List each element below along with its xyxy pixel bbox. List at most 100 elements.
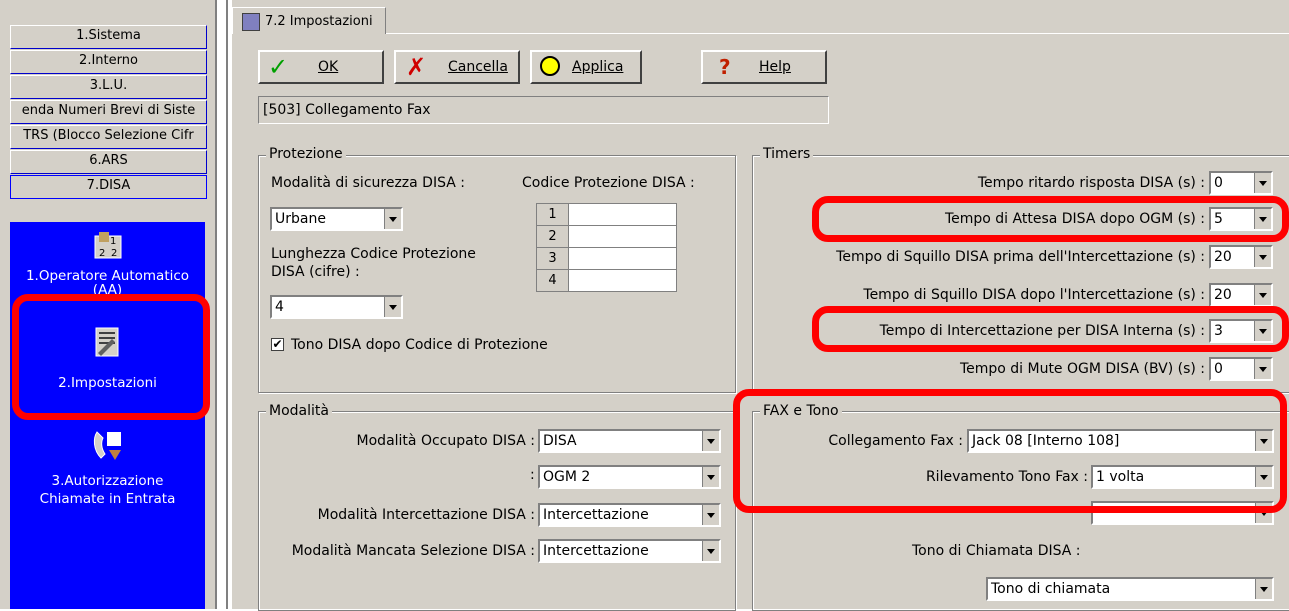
- table-row[interactable]: 3: [536, 247, 677, 270]
- svg-text:2: 2: [99, 248, 105, 259]
- timer-value: 0: [1214, 361, 1223, 377]
- busy-mode-2-select[interactable]: OGM 2: [538, 465, 721, 489]
- settings-tools-icon: [95, 327, 118, 357]
- chevron-down-icon: [702, 431, 719, 451]
- nav-interno[interactable]: 2.Interno: [10, 50, 207, 74]
- chevron-down-icon: [1254, 359, 1271, 379]
- timer-label: Tempo di Attesa DISA dopo OGM (s) :: [944, 211, 1205, 227]
- code-cell[interactable]: [568, 269, 677, 292]
- fax-detect-label: Rilevamento Tono Fax :: [925, 469, 1088, 485]
- missed-dial-mode-label: Modalità Mancata Selezione DISA :: [291, 543, 535, 559]
- cancel-label: Cancella: [448, 59, 508, 75]
- sidebar-item-impostazioni[interactable]: 2.Impostazioni: [10, 325, 205, 392]
- timer-label: Tempo ritardo risposta DISA (s) :: [977, 175, 1205, 191]
- timer-select[interactable]: 0: [1209, 171, 1273, 195]
- sidebar-item-sublabel: Chiamate in Entrata: [39, 491, 176, 507]
- fax-detect-select[interactable]: 1 volta: [1091, 465, 1274, 489]
- sidebar-item-autorizzazione[interactable]: 3.Autorizzazione Chiamate in Entrata: [10, 428, 205, 508]
- fax-connection-select[interactable]: Jack 08 [Interno 108]: [967, 429, 1274, 453]
- timer-select[interactable]: 3: [1209, 319, 1273, 343]
- timer-value: 3: [1214, 323, 1223, 339]
- code-index: 4: [536, 269, 569, 292]
- timer-label: Tempo di Squillo DISA prima dell'Interce…: [836, 249, 1205, 265]
- timer-value: 20: [1214, 249, 1232, 265]
- table-row[interactable]: 2: [536, 225, 677, 248]
- code-cell[interactable]: [568, 203, 677, 226]
- sidebar-item-label: 3.Autorizzazione: [51, 473, 164, 489]
- chevron-down-icon: [1254, 285, 1271, 305]
- hidden-tone-select[interactable]: [1091, 501, 1274, 525]
- chevron-down-icon: [384, 209, 401, 229]
- splitter[interactable]: [215, 0, 217, 609]
- call-tone-select[interactable]: Tono di chiamata: [986, 577, 1274, 601]
- apply-circle-icon: [540, 56, 560, 76]
- chevron-down-icon: [702, 541, 719, 561]
- help-button[interactable]: ? Help: [701, 50, 827, 84]
- missed-dial-mode-value: Intercettazione: [543, 543, 649, 559]
- splitter-highlight: [219, 0, 221, 609]
- nav-trs[interactable]: TRS (Blocco Selezione Cifr: [10, 125, 207, 149]
- code-cell[interactable]: [568, 247, 677, 270]
- apply-button[interactable]: Applica: [530, 50, 642, 84]
- chevron-down-icon: [1255, 579, 1272, 599]
- code-index: 1: [536, 203, 569, 226]
- cross-icon: ✗: [406, 53, 427, 81]
- chevron-down-icon: [702, 467, 719, 487]
- sidebar-item-operatore-automatico[interactable]: 1 2 2 1.Operatore Automatico (AA): [10, 228, 205, 299]
- nav-disa[interactable]: 7.DISA: [10, 175, 207, 199]
- ok-label: OK: [318, 59, 339, 75]
- svg-text:2: 2: [111, 248, 117, 259]
- code-length-label-2: DISA (cifre) :: [271, 264, 360, 280]
- code-index: 2: [536, 225, 569, 248]
- svg-text:1: 1: [110, 236, 116, 247]
- chevron-down-icon: [1254, 321, 1271, 341]
- tab-impostazioni[interactable]: 7.2 Impostazioni: [232, 7, 386, 34]
- cancel-button[interactable]: ✗ Cancella: [394, 50, 520, 84]
- security-mode-select[interactable]: Urbane: [270, 207, 403, 231]
- protection-code-label: Codice Protezione DISA :: [522, 175, 695, 191]
- nav-ars[interactable]: 6.ARS: [10, 150, 207, 174]
- tab-strip-line: [232, 33, 1289, 34]
- auto-attendant-icon: 1 2 2: [94, 232, 121, 259]
- call-tone-label: Tono di Chiamata DISA :: [912, 543, 1081, 559]
- table-row[interactable]: 1: [536, 203, 677, 226]
- checkmark-icon: ✓: [268, 53, 289, 81]
- busy-mode-select[interactable]: DISA: [538, 429, 721, 453]
- code-cell[interactable]: [568, 225, 677, 248]
- intercept-mode-select[interactable]: Intercettazione: [538, 503, 721, 527]
- intercept-mode-value: Intercettazione: [543, 507, 649, 523]
- timer-select[interactable]: 20: [1209, 245, 1273, 269]
- missed-dial-mode-select[interactable]: Intercettazione: [538, 539, 721, 563]
- timer-select[interactable]: 20: [1209, 283, 1273, 307]
- ok-button[interactable]: ✓ OK: [258, 50, 384, 84]
- chevron-down-icon: [1255, 503, 1272, 523]
- timer-select[interactable]: 0: [1209, 357, 1273, 381]
- settings-tab-icon: [242, 13, 260, 31]
- busy-mode-value: DISA: [543, 433, 577, 449]
- busy-mode-2-colon: :: [530, 467, 535, 483]
- chevron-down-icon: [702, 505, 719, 525]
- splitter-shadow: [226, 0, 228, 609]
- incoming-call-icon: [93, 431, 121, 460]
- fax-connection-value: Jack 08 [Interno 108]: [972, 433, 1120, 449]
- tab-label: 7.2 Impostazioni: [265, 14, 373, 29]
- code-length-label: Lunghezza Codice Protezione: [271, 246, 476, 262]
- sidebar-item-label: 2.Impostazioni: [58, 375, 157, 391]
- info-bar: [503] Collegamento Fax: [258, 96, 829, 124]
- code-length-select[interactable]: 4: [270, 295, 403, 319]
- nav-sistema[interactable]: 1.Sistema: [10, 25, 207, 49]
- protezione-title: Protezione: [266, 146, 346, 162]
- intercept-mode-label: Modalità Intercettazione DISA :: [317, 507, 535, 523]
- chevron-down-icon: [1254, 247, 1271, 267]
- timer-label: Tempo di Squillo DISA dopo l'Intercettaz…: [863, 287, 1205, 303]
- tone-after-code-checkbox[interactable]: ✔: [271, 338, 284, 351]
- table-row[interactable]: 4: [536, 269, 677, 292]
- timer-value: 20: [1214, 287, 1232, 303]
- security-mode-value: Urbane: [275, 211, 326, 227]
- nav-numeri-brevi[interactable]: enda Numeri Brevi di Siste: [10, 100, 207, 124]
- nav-lu[interactable]: 3.L.U.: [10, 75, 207, 99]
- timer-select[interactable]: 5: [1209, 207, 1273, 231]
- apply-label: Applica: [572, 59, 624, 75]
- timer-value: 0: [1214, 175, 1223, 191]
- timer-label: Tempo di Mute OGM DISA (BV) (s) :: [959, 361, 1205, 377]
